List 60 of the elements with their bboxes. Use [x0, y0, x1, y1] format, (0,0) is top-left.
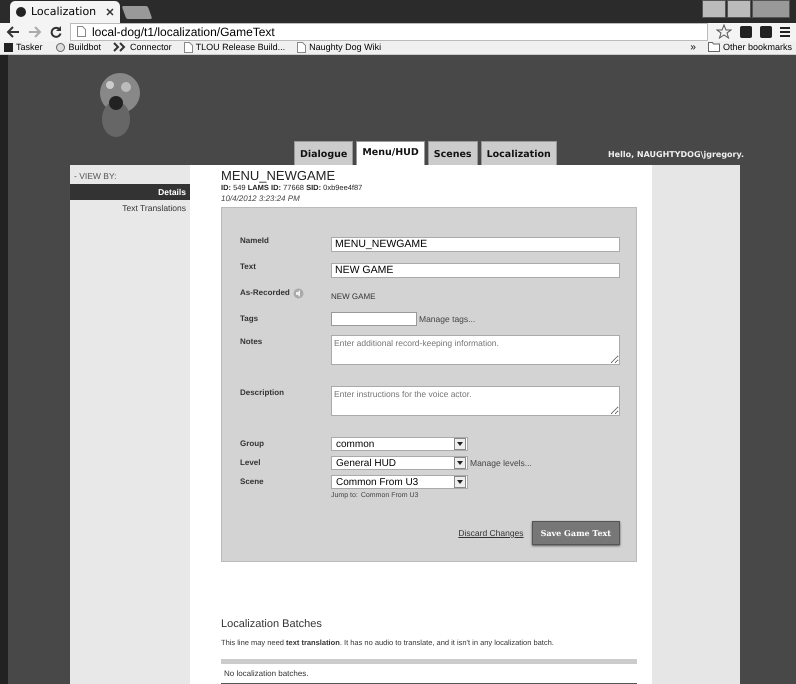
- sidebar-heading: - VIEW BY:: [73, 170, 118, 183]
- table-cell: No localization batches.: [221, 664, 637, 684]
- page-icon: [297, 42, 306, 53]
- caret-icon: [457, 480, 463, 484]
- overflow-chevron[interactable]: »: [690, 42, 696, 53]
- bookmark-item[interactable]: Buildbot: [54, 42, 102, 53]
- reload-icon[interactable]: [50, 26, 62, 38]
- globe-icon: [16, 6, 26, 17]
- field-label: Tags: [240, 314, 258, 323]
- field-label: NameId: [240, 236, 269, 245]
- caret-icon: [457, 461, 463, 465]
- text-field[interactable]: NEW GAME: [331, 262, 620, 278]
- textarea-field[interactable]: Enter additional record-keeping information.: [331, 335, 620, 365]
- dropdown[interactable]: General HUD: [331, 456, 468, 470]
- field-label: As-Recorded: [240, 288, 290, 297]
- browser-tab[interactable]: Localization: [10, 0, 120, 23]
- nav-tab[interactable]: Dialogue: [294, 141, 354, 165]
- bookmark-item[interactable]: Connector: [113, 42, 172, 52]
- extension-icon[interactable]: [760, 26, 772, 38]
- discard-link[interactable]: Discard Changes: [458, 528, 524, 538]
- record-title: MENU_NEWGAME: [221, 168, 336, 183]
- close-icon[interactable]: [106, 8, 114, 16]
- new-tab-button[interactable]: [122, 6, 152, 19]
- field-label: Notes: [240, 337, 262, 346]
- page-icon: [77, 26, 86, 38]
- field-label: Text: [240, 262, 256, 271]
- manage-levels-link[interactable]: Manage levels...: [470, 458, 532, 468]
- sidebar-item[interactable]: Details: [70, 184, 190, 200]
- star-icon[interactable]: [716, 24, 732, 40]
- other-bookmarks[interactable]: Other bookmarks: [708, 42, 792, 52]
- app-icon: [4, 42, 13, 52]
- manage-tags-link[interactable]: Manage tags...: [419, 314, 476, 324]
- nav-tab[interactable]: Localization: [480, 141, 557, 165]
- sidebar-item[interactable]: Text Translations: [70, 200, 190, 216]
- nav-tab[interactable]: Scenes: [428, 141, 478, 165]
- textarea-field[interactable]: Enter instructions for the voice actor.: [331, 386, 620, 416]
- field-label: Group: [240, 439, 264, 448]
- timestamp: 10/4/2012 3:23:24 PM: [221, 194, 301, 203]
- tags-field[interactable]: [331, 312, 417, 326]
- user-greeting: Hello, NAUGHTYDOG\jgregory.: [608, 150, 744, 159]
- menu-icon[interactable]: [780, 26, 790, 37]
- dropdown[interactable]: Common From U3: [331, 475, 468, 489]
- field-label: Level: [240, 458, 260, 467]
- field-label: Description: [240, 388, 284, 397]
- section-heading: Localization Batches: [221, 618, 323, 630]
- bookmark-item[interactable]: Naughty Dog Wiki: [297, 42, 382, 53]
- window-controls[interactable]: [702, 0, 790, 18]
- bookmark-item[interactable]: TLOU Release Build...: [184, 42, 286, 53]
- bookmark-item[interactable]: Tasker: [4, 42, 43, 52]
- page-icon: [184, 42, 193, 53]
- double-chevron-icon: [113, 42, 128, 52]
- save-button[interactable]: Save Game Text: [532, 521, 620, 545]
- recorded-text: NEW GAME: [331, 292, 376, 301]
- field-label: Scene: [240, 477, 264, 486]
- caret-icon: [457, 442, 463, 446]
- nav-tab[interactable]: Menu/HUD: [356, 141, 425, 165]
- text-field[interactable]: MENU_NEWGAME: [331, 236, 620, 252]
- extension-icon[interactable]: [740, 26, 752, 38]
- dropdown[interactable]: common: [331, 437, 468, 451]
- back-icon[interactable]: [6, 26, 20, 38]
